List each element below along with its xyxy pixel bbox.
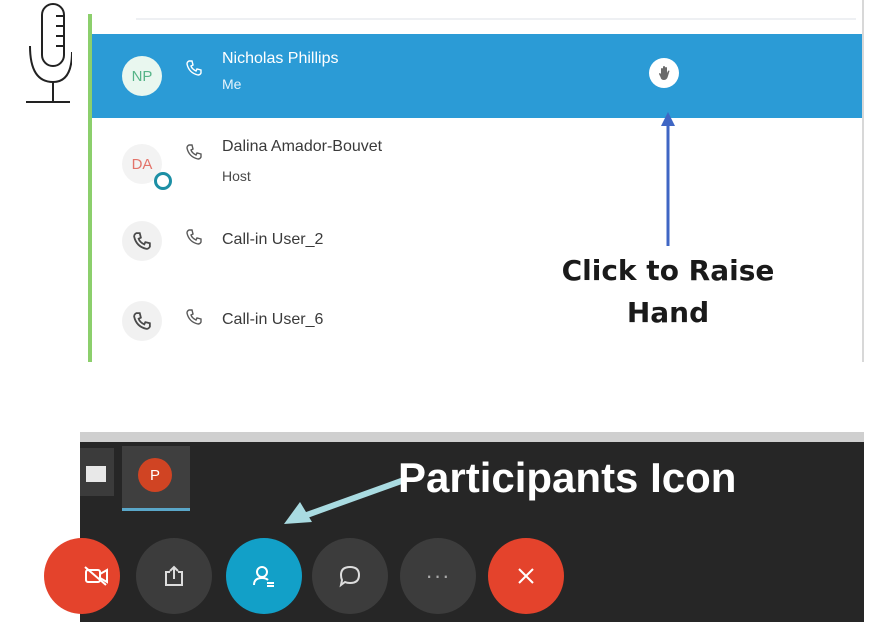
- content-thumbnail[interactable]: [80, 448, 114, 496]
- share-button[interactable]: [136, 538, 212, 614]
- chat-icon: [339, 565, 361, 588]
- chat-button[interactable]: [312, 538, 388, 614]
- participant-role: Me: [222, 76, 242, 92]
- phone-icon: [186, 60, 202, 76]
- powerpoint-thumbnail[interactable]: P: [122, 446, 190, 511]
- divider: [136, 18, 856, 20]
- participant-name: Call-in User_6: [222, 311, 324, 328]
- close-icon: [518, 568, 534, 584]
- participant-role: Host: [222, 168, 251, 184]
- participant-name: Nicholas Phillips: [222, 50, 339, 67]
- phone-icon: [186, 229, 202, 245]
- powerpoint-icon: P: [138, 458, 172, 492]
- participant-row-dalina-amador-bouvet[interactable]: DA Dalina Amador-Bouvet Host: [92, 124, 862, 204]
- participants-button[interactable]: [226, 538, 302, 614]
- raise-hand-annotation: Click to Raise Hand: [561, 254, 775, 329]
- more-icon: ···: [425, 563, 451, 588]
- participants-icon: [253, 566, 274, 587]
- hand-icon: [659, 66, 670, 80]
- share-icon: [165, 565, 183, 586]
- participant-name: Call-in User_2: [222, 231, 324, 248]
- leave-meeting-button[interactable]: [488, 538, 564, 614]
- presence-status-icon: [154, 172, 172, 190]
- phone-icon: [186, 309, 202, 325]
- divider: [80, 432, 864, 442]
- annotation-arrow-up: [661, 112, 675, 246]
- participants-icon-annotation: Participants Icon: [398, 454, 737, 501]
- video-off-icon: [84, 566, 108, 586]
- raise-hand-button[interactable]: [649, 58, 679, 88]
- phone-avatar-icon: [122, 301, 162, 341]
- video-button[interactable]: [44, 538, 120, 614]
- panel-border: [862, 0, 864, 362]
- phone-avatar-icon: [122, 221, 162, 261]
- participant-row-nicholas-phillips[interactable]: NP Nicholas Phillips Me: [92, 34, 862, 118]
- annotation-arrow: [284, 477, 406, 524]
- more-options-button[interactable]: ···: [400, 538, 476, 614]
- meeting-toolbar: P Participants Icon ···: [44, 432, 864, 622]
- phone-icon: [186, 144, 202, 160]
- avatar: NP: [122, 56, 162, 96]
- microphone-icon: [26, 3, 72, 103]
- participant-name: Dalina Amador-Bouvet: [222, 138, 383, 155]
